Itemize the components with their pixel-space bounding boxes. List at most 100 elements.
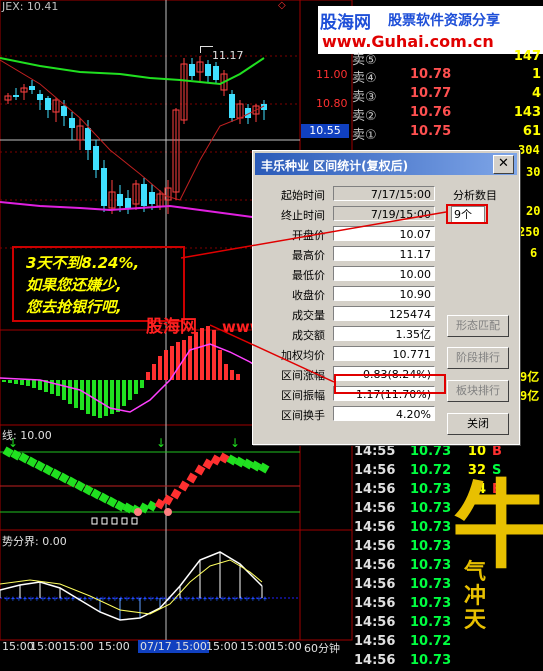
stage-ranking-button[interactable]: 阶段排行 xyxy=(447,347,509,369)
signal-box xyxy=(121,517,128,525)
logo-text: 气冲天 xyxy=(464,559,487,633)
trade-time: 14:55 xyxy=(354,444,396,459)
trade-time: 14:56 xyxy=(354,539,396,554)
range-gain-highlight xyxy=(334,374,446,394)
signal-dot xyxy=(134,508,142,516)
candle-body xyxy=(61,106,67,116)
trade-time: 14:56 xyxy=(354,653,396,668)
interval-stats-dialog[interactable]: 丰乐种业 区间统计(复权后) ✕ 起始时间 7/17/15:00 终止时间 7/19/… xyxy=(252,150,520,445)
signal-dot xyxy=(164,508,172,516)
macd-bar xyxy=(20,380,24,385)
stat-label: 终止时间 xyxy=(281,209,325,222)
stat-value[interactable]: 10.00 xyxy=(333,266,435,281)
candle-body xyxy=(29,86,35,90)
candle-body xyxy=(229,94,235,118)
macd-bar xyxy=(26,380,30,386)
ask-row-3[interactable]: 卖③ 10.77 4 xyxy=(352,85,543,105)
stat-label: 区间换手 xyxy=(281,409,325,422)
time-tick: 15:00 xyxy=(2,640,34,653)
candle-body xyxy=(117,194,123,206)
macd-bar xyxy=(140,380,144,388)
trend-marker xyxy=(178,480,190,492)
macd-bar xyxy=(80,380,84,410)
stat-value[interactable]: 7/19/15:00 xyxy=(333,206,435,221)
trade-price: 10.73 xyxy=(410,501,452,516)
macd-bar xyxy=(230,370,234,380)
candle-body xyxy=(141,184,147,206)
pattern-match-button[interactable]: 形态匹配 xyxy=(447,315,509,337)
macd-bar xyxy=(206,326,210,380)
annotation-box: 3天不到8.24%, 如果您还嫌少, 您去抢银行吧, xyxy=(12,246,185,322)
trade-row[interactable]: 14:56 10.73 xyxy=(352,652,543,671)
macd-histogram xyxy=(0,326,263,418)
down-arrow-icon: ↓ xyxy=(156,436,166,450)
macd-bar xyxy=(2,380,6,382)
candle-body xyxy=(69,118,75,128)
trade-time: 14:56 xyxy=(354,501,396,516)
trade-time: 14:56 xyxy=(354,463,396,478)
macd-bar xyxy=(176,342,180,380)
stat-value[interactable]: 4.20% xyxy=(333,406,435,421)
candle-body xyxy=(101,168,107,206)
ask-volume: 1 xyxy=(531,67,541,82)
macd-bar xyxy=(128,380,132,400)
ask-row-5[interactable]: 卖⑤ 147 xyxy=(352,48,543,68)
candle-body xyxy=(205,64,211,76)
trade-price: 10.73 xyxy=(410,577,452,592)
stat-value[interactable]: 10.90 xyxy=(333,286,435,301)
dialog-titlebar[interactable]: 丰乐种业 区间统计(复权后) ✕ xyxy=(255,153,517,175)
trade-price: 10.72 xyxy=(410,634,452,649)
macd-bar xyxy=(74,380,78,408)
stat-value[interactable]: 10.07 xyxy=(333,226,435,241)
trade-time: 14:56 xyxy=(354,596,396,611)
ask-row-4[interactable]: 卖④ 10.78 1 xyxy=(352,66,543,86)
chart-title: JEX: 10.41 xyxy=(2,0,59,13)
signal-box xyxy=(131,517,138,525)
stat-value[interactable]: 7/17/15:00 xyxy=(333,186,435,201)
trade-volume: 10 xyxy=(467,444,486,459)
macd-bar xyxy=(236,374,240,380)
trade-time: 14:56 xyxy=(354,615,396,630)
macd-bar xyxy=(164,350,168,380)
stat-value[interactable]: 11.17 xyxy=(333,246,435,261)
macd-bar xyxy=(194,332,198,380)
time-tick: 15:00 xyxy=(62,640,94,653)
stat-label: 加权均价 xyxy=(281,349,325,362)
ask-volume: 61 xyxy=(522,124,541,139)
candle-body xyxy=(85,128,91,150)
stat-value[interactable]: 1.35亿 xyxy=(333,326,435,341)
trend-indicator: ↓ ↓ ↓ xyxy=(0,436,300,525)
macd-bar xyxy=(8,380,12,383)
macd-bar xyxy=(86,380,90,414)
trade-price: 10.73 xyxy=(410,539,452,554)
close-icon[interactable]: ✕ xyxy=(493,155,514,174)
high-price-label: 11.17 xyxy=(212,49,244,62)
stat-label: 最高价 xyxy=(292,249,325,262)
trade-time: 14:56 xyxy=(354,577,396,592)
time-tick-selected: 07/17 15:00 xyxy=(138,640,209,653)
stat-value[interactable]: 125474 xyxy=(333,306,435,321)
side-number: 250 xyxy=(518,225,540,239)
ask-row-2[interactable]: 卖② 10.76 143 xyxy=(352,104,543,124)
candle-body xyxy=(93,146,99,170)
oscillator-indicator: + + + + + + + + + + + + + + + + + + + + + + + + + + + + + + + + + + + + + + + +… xyxy=(0,551,300,621)
trade-row[interactable]: 14:55 10.73 10 B xyxy=(352,443,543,462)
macd-bar xyxy=(62,380,66,400)
high-marker xyxy=(200,46,213,53)
ask-price: 10.75 xyxy=(410,124,452,139)
macd-bar xyxy=(212,330,216,380)
candle-body xyxy=(13,95,19,97)
ask-label: 卖④ xyxy=(352,71,377,86)
stat-label: 区间涨幅 xyxy=(281,369,325,382)
ask-row-1[interactable]: 卖① 10.75 61 xyxy=(352,123,543,143)
trade-time: 14:56 xyxy=(354,520,396,535)
trade-price: 10.72 xyxy=(410,463,452,478)
macd-bar xyxy=(14,380,18,384)
ask-price: 10.78 xyxy=(410,67,452,82)
sector-ranking-button[interactable]: 板块排行 xyxy=(447,380,509,402)
candle-body xyxy=(213,66,219,80)
close-button[interactable]: 关闭 xyxy=(447,413,509,435)
price-tick-2: 10.80 xyxy=(316,97,348,110)
analysis-count-highlight xyxy=(446,204,488,224)
stat-value[interactable]: 10.771 xyxy=(333,346,435,361)
